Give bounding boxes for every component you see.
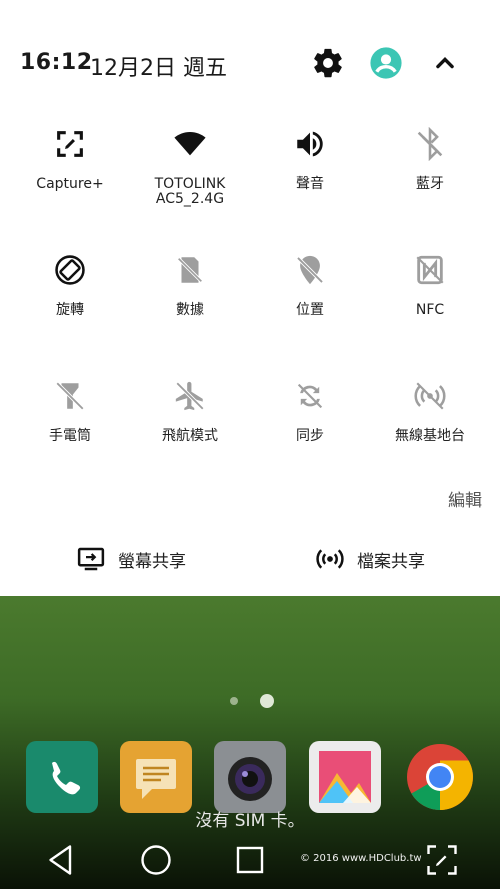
sync-off-icon — [297, 383, 323, 409]
tile-flashlight[interactable]: 手電筒 — [10, 379, 130, 479]
tile-label: NFC — [415, 302, 445, 318]
quick-settings-panel: 16:12 12月2日 週五 Capture+ TOTOLINK AC5_2.4… — [0, 0, 500, 596]
user-account-icon[interactable] — [369, 46, 403, 80]
flashlight-off-icon — [55, 381, 85, 411]
phone-handset-icon — [52, 761, 81, 795]
tile-nfc[interactable]: NFC — [370, 253, 490, 353]
message-bubble-icon — [136, 759, 176, 799]
status-date: 12月2日 週五 — [90, 56, 227, 81]
page-indicator-dot-active — [260, 694, 274, 708]
location-off-icon — [296, 255, 324, 285]
back-icon[interactable] — [43, 842, 79, 878]
tile-label: 位置 — [296, 302, 324, 318]
chrome-app-icon[interactable] — [404, 741, 476, 813]
tile-label: 同步 — [296, 428, 324, 444]
tile-rotate[interactable]: 旋轉 — [10, 253, 130, 353]
tile-airplane[interactable]: 飛航模式 — [130, 379, 250, 479]
recent-apps-icon[interactable] — [232, 842, 268, 878]
tile-mobile-data[interactable]: 數據 — [130, 253, 250, 353]
settings-gear-icon[interactable] — [311, 46, 345, 80]
bluetooth-off-icon — [417, 127, 443, 161]
messages-app-icon[interactable] — [120, 741, 192, 813]
tile-capture-plus[interactable]: Capture+ — [10, 127, 130, 227]
navigation-bar: © 2016 www.HDClub.tw — [0, 836, 500, 889]
tile-sync[interactable]: 同步 — [250, 379, 370, 479]
tile-label: 旋轉 — [56, 302, 84, 318]
screen-share-label: 螢幕共享 — [118, 551, 186, 572]
tile-bluetooth[interactable]: 藍牙 — [370, 127, 490, 227]
tile-wifi[interactable]: TOTOLINK AC5_2.4G — [130, 127, 250, 227]
page-indicator-dot — [230, 697, 238, 705]
rotate-icon — [55, 255, 85, 285]
screen-share-button[interactable]: 螢幕共享 — [76, 543, 186, 575]
tile-hotspot[interactable]: 無線基地台 — [370, 379, 490, 479]
chrome-logo-icon — [407, 744, 473, 810]
status-time: 16:12 — [20, 50, 93, 75]
gallery-app-icon[interactable] — [309, 741, 381, 813]
hotspot-off-icon — [414, 382, 446, 410]
tile-label: 手電筒 — [49, 428, 91, 444]
tile-label: 無線基地台 — [395, 428, 465, 444]
tile-label: TOTOLINK AC5_2.4G — [154, 176, 226, 207]
home-screen: 沒有 SIM 卡。 © 2016 www.HDClub.tw — [0, 596, 500, 889]
sound-icon — [297, 131, 323, 157]
file-share-icon — [316, 549, 344, 569]
collapse-chevron-icon[interactable] — [428, 46, 462, 80]
tile-sound[interactable]: 聲音 — [250, 127, 370, 227]
watermark: © 2016 www.HDClub.tw — [300, 853, 422, 864]
status-header: 16:12 12月2日 週五 — [0, 30, 500, 100]
tile-label: 藍牙 — [416, 176, 444, 192]
file-share-button[interactable]: 檔案共享 — [315, 543, 425, 575]
no-sim-toast: 沒有 SIM 卡。 — [195, 811, 305, 831]
tile-label: 數據 — [176, 302, 204, 318]
wifi-icon — [174, 131, 206, 156]
tile-label: 飛航模式 — [162, 428, 218, 444]
mobile-data-off-icon — [177, 257, 203, 283]
capture-plus-nav-icon[interactable] — [424, 842, 460, 878]
screen-share-icon — [77, 547, 105, 571]
tile-location[interactable]: 位置 — [250, 253, 370, 353]
gallery-mountains-icon — [319, 751, 371, 803]
nfc-off-icon — [416, 255, 444, 285]
capture-plus-icon — [57, 131, 83, 157]
camera-lens-icon — [228, 757, 272, 801]
tile-label: Capture+ — [36, 176, 104, 192]
file-share-label: 檔案共享 — [357, 551, 425, 572]
tile-label: 聲音 — [296, 176, 324, 192]
camera-app-icon[interactable] — [214, 741, 286, 813]
phone-app-icon[interactable] — [26, 741, 98, 813]
edit-button[interactable]: 編輯 — [448, 486, 482, 511]
home-icon[interactable] — [138, 842, 174, 878]
airplane-off-icon — [175, 381, 205, 411]
